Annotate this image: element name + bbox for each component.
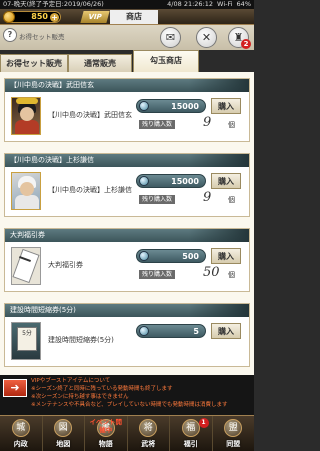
list-item: 【川中島の決戦】武田信玄 【川中島の決戦】武田信玄 15000 購入 残り購入数…	[4, 78, 250, 142]
nav-domestic[interactable]: 城 内政	[0, 416, 43, 451]
tab-value-set[interactable]: お得セット販売	[0, 54, 68, 72]
tab-magatama-shop[interactable]: 勾玉商店	[133, 50, 199, 72]
magatama-icon	[139, 251, 149, 261]
status-time: 4/08 21:26:12	[167, 0, 214, 8]
mail-button[interactable]: ♜ 2	[228, 27, 251, 49]
alliance-icon: 盟	[224, 419, 243, 437]
price-display: 15000	[136, 174, 206, 188]
general-portrait-icon[interactable]	[11, 97, 41, 135]
item-name: 【川中島の決戦】上杉謙信	[48, 186, 132, 194]
nav-alliance[interactable]: 盟 同盟	[213, 416, 255, 451]
remaining-unit: 個	[228, 271, 235, 279]
notification-badge: 2	[241, 39, 251, 49]
nav-label: 武将	[141, 440, 156, 448]
nav-lottery[interactable]: 福 1 福引	[170, 416, 213, 451]
status-network: Wi-Fi	[217, 0, 233, 8]
item-name: 【川中島の決戦】武田信玄	[48, 111, 132, 119]
notice-line: ※メンテナンスや不具合など、プレイしていない時間でも発動時間は消費します	[31, 402, 228, 408]
lottery-icon: 福	[181, 419, 200, 437]
remaining-count: 9	[203, 190, 212, 205]
arrow-left-icon: ➜	[10, 381, 20, 394]
crossed-swords-icon: ✕	[201, 31, 212, 44]
item-title: 【川中島の決戦】上杉謙信	[5, 154, 249, 167]
list-item: 【川中島の決戦】上杉謙信 【川中島の決戦】上杉謙信 15000 購入 残り購入数…	[4, 153, 250, 217]
price-display: 500	[136, 249, 206, 263]
speech-bubble-icon: ✉	[165, 31, 176, 44]
item-title: 【川中島の決戦】武田信玄	[5, 79, 249, 92]
magatama-icon	[3, 11, 15, 23]
map-icon: 図	[54, 419, 73, 437]
notification-badge: 1	[198, 418, 209, 428]
magatama-icon	[139, 101, 149, 111]
remaining-label: 残り購入数	[139, 195, 176, 204]
add-currency-button[interactable]: +	[50, 13, 59, 22]
item-name: 建設時間短縮券(5分)	[48, 336, 114, 344]
general-portrait-icon[interactable]	[11, 172, 41, 210]
magatama-icon	[139, 326, 149, 336]
status-bar: 07-晩天(終了予定日:2019/06/26) 4/08 21:26:12 Wi…	[0, 0, 254, 9]
castle-icon: 城	[11, 419, 30, 437]
bottom-nav: 城 内政 図 地図 書 イベント開催中 物語 将 武将 福 1 福引 盟 同盟	[0, 415, 254, 451]
chat-button[interactable]: ✉	[160, 27, 181, 48]
item-price: 15000	[171, 177, 199, 186]
magatama-icon	[139, 176, 149, 186]
list-item: 大判福引券 大判福引券 500 購入 残り購入数 50 個	[4, 228, 250, 292]
remaining-unit: 個	[228, 196, 235, 204]
lottery-ticket-icon[interactable]	[11, 247, 41, 285]
remaining-count: 50	[203, 265, 220, 280]
price-display: 5	[136, 324, 206, 338]
list-item: 建設時間短縮券(5分) 5分 建設時間短縮券(5分) 5 購入	[4, 303, 250, 367]
notice-line: VIPやブーストアイテムについて	[31, 378, 111, 384]
buy-button[interactable]: 購入	[211, 98, 241, 114]
season-info: 07-晩天(終了予定日:2019/06/26)	[3, 0, 104, 8]
page-title: 商店	[110, 10, 158, 24]
nav-label: 内政	[13, 440, 28, 448]
menu-button[interactable]: ✕	[196, 27, 217, 48]
time-coupon-icon[interactable]: 5分	[11, 322, 41, 360]
buy-button[interactable]: 購入	[211, 248, 241, 264]
header-bar: 850 + VIP 商店	[0, 9, 254, 25]
price-display: 15000	[136, 99, 206, 113]
nav-label: 地図	[56, 440, 71, 448]
currency-amount: 850	[31, 12, 48, 21]
item-price: 15000	[171, 102, 199, 111]
sub-bar: ? お得セット販売 ✉ ✕ ♜ 2	[0, 25, 254, 50]
remaining-unit: 個	[228, 121, 235, 129]
remaining-label: 残り購入数	[139, 120, 176, 129]
notice-panel: ➜ VIPやブーストアイテムについて ※シーズン終了と同時に残っている発動時間も…	[0, 375, 254, 415]
nav-label: 福引	[183, 440, 198, 448]
notice-line: ※シーズン終了と同時に残っている発動時間も終了します	[31, 386, 173, 392]
bonus-text: お得セット販売	[19, 33, 65, 41]
remaining-count: 9	[203, 115, 212, 130]
tab-normal-sale[interactable]: 通常販売	[68, 54, 132, 72]
nav-map[interactable]: 図 地図	[43, 416, 85, 451]
item-price: 500	[182, 252, 199, 261]
remaining-label: 残り購入数	[139, 270, 176, 279]
coupon-label: 5分	[17, 327, 37, 351]
item-price: 5	[193, 327, 199, 336]
buy-button[interactable]: 購入	[211, 323, 241, 339]
shop-tabs: お得セット販売 通常販売 勾玉商店	[0, 50, 254, 72]
nav-story[interactable]: 書 イベント開催中 物語	[85, 416, 128, 451]
status-battery: 64%	[236, 0, 251, 8]
nav-label: 物語	[98, 440, 113, 448]
item-title: 建設時間短縮券(5分)	[5, 304, 249, 317]
event-banner: イベント開催中	[89, 418, 123, 434]
general-icon: 将	[139, 419, 158, 437]
back-button[interactable]: ➜	[3, 379, 27, 397]
magatama-currency: 850 +	[3, 11, 61, 23]
notice-line: ※次シーズンに持ち越す事はできません	[31, 394, 129, 400]
nav-generals[interactable]: 将 武将	[128, 416, 170, 451]
nav-label: 同盟	[226, 440, 241, 448]
item-list[interactable]: 【川中島の決戦】武田信玄 【川中島の決戦】武田信玄 15000 購入 残り購入数…	[0, 72, 254, 375]
vip-button[interactable]: VIP	[80, 11, 110, 23]
item-title: 大判福引券	[5, 229, 249, 242]
buy-button[interactable]: 購入	[211, 173, 241, 189]
item-name: 大判福引券	[48, 261, 83, 269]
help-button[interactable]: ?	[3, 28, 17, 42]
